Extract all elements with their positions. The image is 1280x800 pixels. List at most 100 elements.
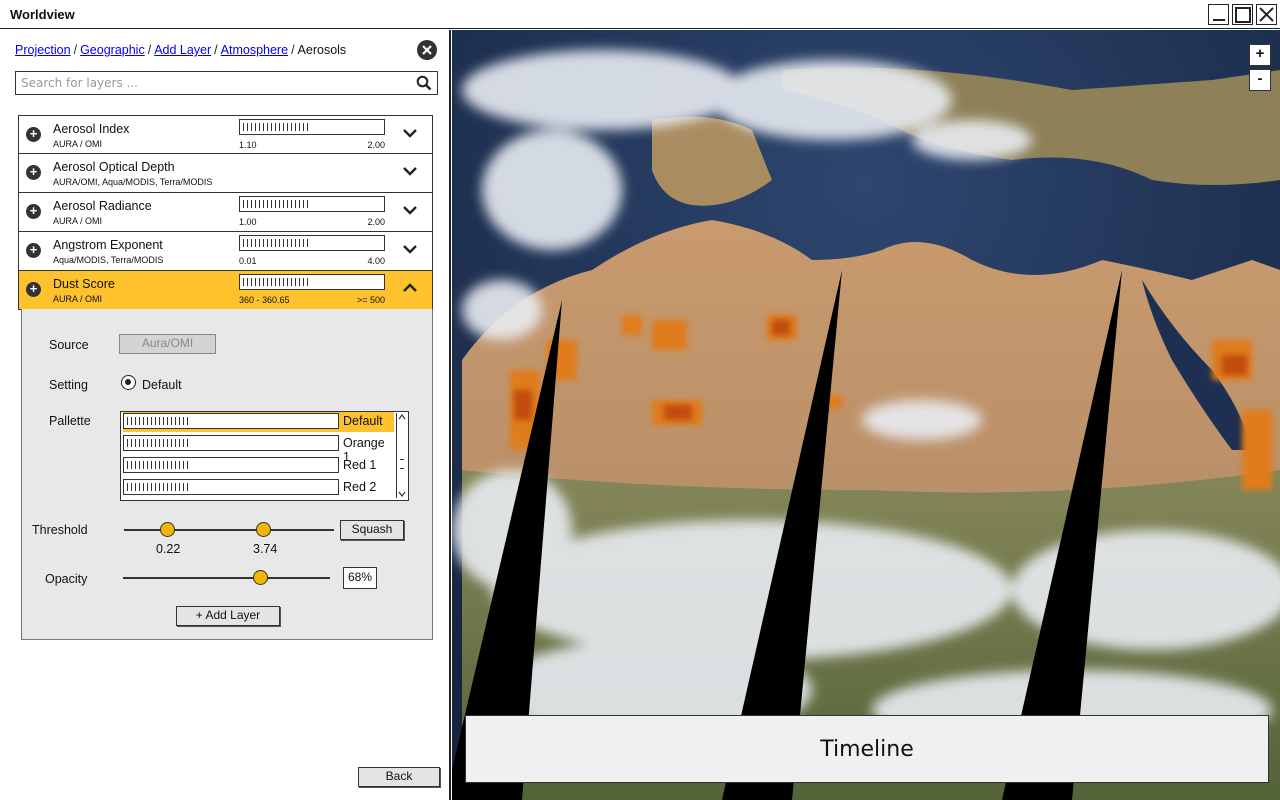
squash-button[interactable]: Squash	[340, 520, 404, 540]
add-layer-icon[interactable]: +	[26, 127, 41, 142]
palette-label: Pallette	[49, 414, 91, 428]
layer-source: AURA / OMI	[53, 139, 103, 149]
palette-swatch	[123, 479, 339, 495]
breadcrumb-separator: /	[214, 43, 218, 57]
layer-row-aerosol-index[interactable]: + Aerosol Index AURA / OMI 1.10 2.00	[18, 115, 433, 154]
legend-min: 0.01	[239, 256, 257, 266]
source-label: Source	[49, 338, 89, 352]
close-window-button[interactable]	[1256, 4, 1277, 25]
breadcrumb-separator: /	[73, 43, 78, 57]
threshold-slider-track[interactable]	[124, 529, 334, 531]
legend-max: 2.00	[367, 140, 385, 150]
palette-list[interactable]: Default Orange 1 Red 1 Red 2	[120, 411, 409, 501]
chevron-down-icon[interactable]	[403, 205, 417, 215]
palette-name: Red 2	[343, 480, 377, 494]
layer-row-angstrom-exponent[interactable]: + Angstrom Exponent Aqua/MODIS, Terra/MO…	[18, 232, 433, 271]
setting-default-radio[interactable]	[121, 375, 136, 390]
legend-max: 4.00	[367, 256, 385, 266]
scroll-down-icon[interactable]	[397, 490, 407, 498]
chevron-down-icon[interactable]	[403, 244, 417, 254]
threshold-high-value: 3.74	[253, 542, 278, 556]
map-view[interactable]: + - Timeline	[452, 30, 1280, 800]
opacity-slider-track[interactable]	[123, 577, 330, 579]
legend-max: 2.00	[367, 217, 385, 227]
legend-bar	[239, 235, 385, 251]
legend-max: >= 500	[356, 295, 385, 305]
scroll-thumb[interactable]	[400, 459, 404, 469]
legend-bar	[239, 196, 385, 212]
layer-name: Aerosol Index	[53, 122, 130, 136]
breadcrumb: Projection / Geographic / Add Layer / Atmosphe…	[15, 43, 346, 57]
add-layer-icon[interactable]: +	[26, 204, 41, 219]
window-title: Worldview	[10, 7, 75, 22]
breadcrumb-current: Aerosols	[297, 43, 347, 57]
satellite-map-image	[452, 30, 1280, 800]
layer-name: Aerosol Optical Depth	[53, 160, 175, 174]
chevron-down-icon[interactable]	[403, 166, 417, 176]
layer-source: AURA/OMI, Aqua/MODIS, Terra/MODIS	[53, 177, 213, 187]
layer-name: Aerosol Radiance	[53, 199, 152, 213]
layer-source: AURA / OMI	[53, 216, 103, 226]
close-icon	[1259, 7, 1274, 22]
opacity-value[interactable]: 68%	[343, 567, 377, 589]
layer-list: + Aerosol Index AURA / OMI 1.10 2.00 + A…	[18, 115, 433, 310]
layer-row-dust-score[interactable]: + Dust Score AURA / OMI 360 - 360.65 >= …	[18, 271, 433, 310]
layer-source: AURA / OMI	[53, 294, 103, 304]
threshold-label: Threshold	[32, 523, 88, 537]
search-input[interactable]	[21, 72, 411, 93]
zoom-in-button[interactable]: +	[1249, 44, 1271, 66]
palette-option-red-2[interactable]: Red 2	[123, 478, 394, 498]
legend-min: 1.00	[239, 217, 257, 227]
search-box	[15, 71, 438, 95]
zoom-out-button[interactable]: -	[1249, 69, 1271, 91]
legend-bar	[239, 274, 385, 290]
palette-scrollbar[interactable]	[396, 413, 407, 498]
layer-name: Dust Score	[53, 277, 115, 291]
search-icon[interactable]	[416, 75, 432, 91]
breadcrumb-separator: /	[291, 43, 295, 57]
layer-settings-panel: Source Aura/OMI Setting Default Pallette…	[21, 309, 433, 640]
breadcrumb-add-layer[interactable]: Add Layer	[154, 43, 211, 57]
timeline-panel[interactable]: Timeline	[465, 715, 1269, 783]
chevron-down-icon[interactable]	[403, 128, 417, 138]
breadcrumb-projection[interactable]: Projection	[15, 43, 71, 57]
opacity-label: Opacity	[45, 572, 88, 586]
scroll-up-icon[interactable]	[397, 413, 407, 421]
threshold-high-handle[interactable]	[256, 522, 271, 537]
setting-default-label: Default	[142, 378, 182, 392]
layer-name: Angstrom Exponent	[53, 238, 163, 252]
palette-swatch	[123, 435, 339, 451]
breadcrumb-separator: /	[147, 43, 152, 57]
add-layer-button[interactable]: + Add Layer	[176, 606, 280, 626]
palette-option-default[interactable]: Default	[123, 412, 394, 432]
maximize-button[interactable]	[1232, 4, 1253, 25]
layer-panel: Projection / Geographic / Add Layer / Atmosphe…	[0, 30, 451, 800]
add-layer-icon[interactable]: +	[26, 165, 41, 180]
timeline-label: Timeline	[820, 736, 914, 762]
breadcrumb-atmosphere[interactable]: Atmosphere	[221, 43, 288, 57]
layer-row-aerosol-radiance[interactable]: + Aerosol Radiance AURA / OMI 1.00 2.00	[18, 193, 433, 232]
source-button[interactable]: Aura/OMI	[119, 334, 216, 354]
threshold-low-handle[interactable]	[160, 522, 175, 537]
palette-name: Default	[343, 414, 383, 428]
close-panel-button[interactable]	[417, 40, 437, 60]
chevron-up-icon[interactable]	[403, 283, 417, 293]
palette-swatch	[123, 413, 339, 429]
palette-swatch	[123, 457, 339, 473]
back-button[interactable]: Back	[358, 767, 440, 787]
window-titlebar: Worldview	[0, 0, 1280, 29]
add-layer-icon[interactable]: +	[26, 282, 41, 297]
layer-source: Aqua/MODIS, Terra/MODIS	[53, 255, 164, 265]
close-icon	[422, 45, 432, 55]
palette-name: Red 1	[343, 458, 377, 472]
legend-min: 1.10	[239, 140, 257, 150]
legend-min: 360 - 360.65	[239, 295, 290, 305]
palette-option-red-1[interactable]: Red 1	[123, 456, 394, 476]
layer-row-aerosol-optical-depth[interactable]: + Aerosol Optical Depth AURA/OMI, Aqua/M…	[18, 154, 433, 193]
opacity-handle[interactable]	[253, 570, 268, 585]
palette-option-orange-1[interactable]: Orange 1	[123, 434, 394, 464]
breadcrumb-geographic[interactable]: Geographic	[80, 43, 145, 57]
add-layer-icon[interactable]: +	[26, 243, 41, 258]
legend-bar	[239, 119, 385, 135]
minimize-button[interactable]	[1208, 4, 1229, 25]
